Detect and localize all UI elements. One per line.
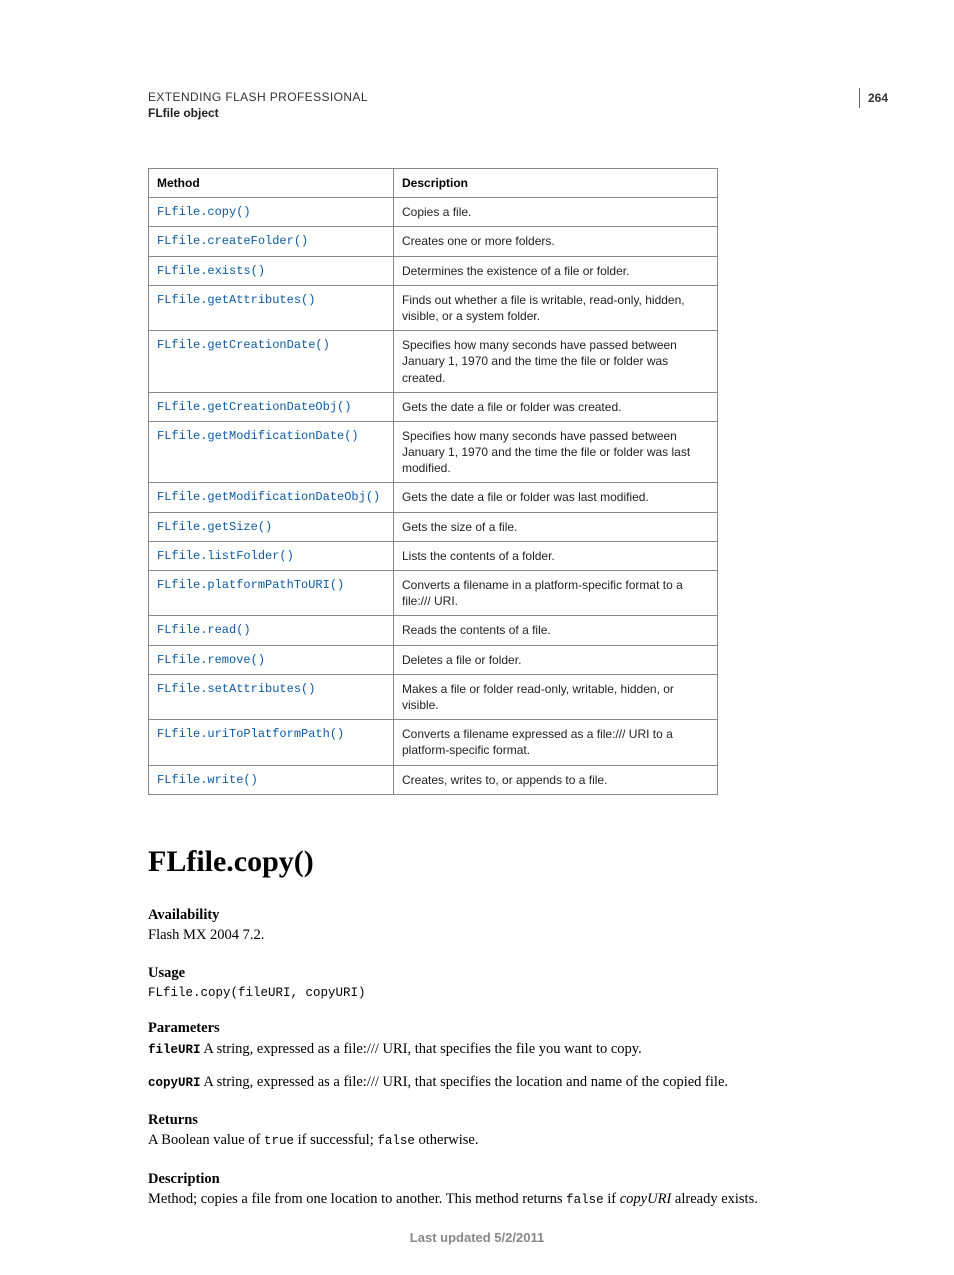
description-mid: if xyxy=(604,1191,620,1207)
returns-head: Returns xyxy=(148,1112,806,1129)
method-link[interactable]: FLfile.getAttributes() xyxy=(149,285,394,330)
method-link[interactable]: FLfile.createFolder() xyxy=(149,227,394,256)
method-link[interactable]: FLfile.setAttributes() xyxy=(149,674,394,719)
method-link[interactable]: FLfile.listFolder() xyxy=(149,541,394,570)
method-description: Determines the existence of a file or fo… xyxy=(394,256,718,285)
page-header: EXTENDING FLASH PROFESSIONAL FLfile obje… xyxy=(148,90,806,120)
param-name-fileuri: fileURI xyxy=(148,1043,201,1057)
returns-text: A Boolean value of true if successful; f… xyxy=(148,1131,806,1151)
table-row: FLfile.copy()Copies a file. xyxy=(149,198,718,227)
table-row: FLfile.platformPathToURI()Converts a fil… xyxy=(149,571,718,616)
param-copyuri: copyURI A string, expressed as a file://… xyxy=(148,1072,806,1093)
method-link[interactable]: FLfile.getCreationDate() xyxy=(149,331,394,393)
table-row: FLfile.createFolder()Creates one or more… xyxy=(149,227,718,256)
description-post: already exists. xyxy=(671,1191,758,1207)
usage-head: Usage xyxy=(148,965,806,982)
param-name-copyuri: copyURI xyxy=(148,1076,201,1090)
page-number: 264 xyxy=(859,88,888,108)
method-description: Finds out whether a file is writable, re… xyxy=(394,285,718,330)
param-fileuri: fileURI A string, expressed as a file://… xyxy=(148,1039,806,1060)
table-row: FLfile.exists()Determines the existence … xyxy=(149,256,718,285)
method-description: Makes a file or folder read-only, writab… xyxy=(394,674,718,719)
availability-head: Availability xyxy=(148,907,806,924)
table-row: FLfile.getSize()Gets the size of a file. xyxy=(149,512,718,541)
param-text-fileuri: A string, expressed as a file:/// URI, t… xyxy=(201,1041,642,1057)
table-row: FLfile.getCreationDate()Specifies how ma… xyxy=(149,331,718,393)
method-link[interactable]: FLfile.getModificationDate() xyxy=(149,421,394,483)
method-description: Gets the date a file or folder was creat… xyxy=(394,392,718,421)
table-row: FLfile.getCreationDateObj()Gets the date… xyxy=(149,392,718,421)
method-description: Converts a filename in a platform-specif… xyxy=(394,571,718,616)
method-link[interactable]: FLfile.getModificationDateObj() xyxy=(149,483,394,512)
table-row: FLfile.getAttributes()Finds out whether … xyxy=(149,285,718,330)
method-description: Reads the contents of a file. xyxy=(394,616,718,645)
returns-pre: A Boolean value of xyxy=(148,1132,264,1148)
returns-mid: if successful; xyxy=(294,1132,377,1148)
method-description: Gets the size of a file. xyxy=(394,512,718,541)
method-link[interactable]: FLfile.getCreationDateObj() xyxy=(149,392,394,421)
description-copyuri: copyURI xyxy=(620,1191,672,1207)
table-row: FLfile.listFolder()Lists the contents of… xyxy=(149,541,718,570)
method-description: Creates one or more folders. xyxy=(394,227,718,256)
page-footer: Last updated 5/2/2011 xyxy=(0,1230,954,1245)
document-page: 264 EXTENDING FLASH PROFESSIONAL FLfile … xyxy=(0,0,954,1275)
method-link[interactable]: FLfile.write() xyxy=(149,765,394,794)
col-header-description: Description xyxy=(394,169,718,198)
method-link[interactable]: FLfile.uriToPlatformPath() xyxy=(149,720,394,765)
section-title: FLfile.copy() xyxy=(148,845,806,879)
header-subtitle: FLfile object xyxy=(148,106,806,120)
method-description: Specifies how many seconds have passed b… xyxy=(394,421,718,483)
method-link[interactable]: FLfile.copy() xyxy=(149,198,394,227)
table-row: FLfile.remove()Deletes a file or folder. xyxy=(149,645,718,674)
method-link[interactable]: FLfile.read() xyxy=(149,616,394,645)
param-text-copyuri: A string, expressed as a file:/// URI, t… xyxy=(201,1074,729,1090)
method-description: Converts a filename expressed as a file:… xyxy=(394,720,718,765)
method-description: Copies a file. xyxy=(394,198,718,227)
method-description: Gets the date a file or folder was last … xyxy=(394,483,718,512)
method-link[interactable]: FLfile.exists() xyxy=(149,256,394,285)
table-row: FLfile.read()Reads the contents of a fil… xyxy=(149,616,718,645)
method-description: Creates, writes to, or appends to a file… xyxy=(394,765,718,794)
returns-post: otherwise. xyxy=(415,1132,479,1148)
description-text: Method; copies a file from one location … xyxy=(148,1190,806,1210)
table-row: FLfile.getModificationDateObj()Gets the … xyxy=(149,483,718,512)
availability-text: Flash MX 2004 7.2. xyxy=(148,926,806,946)
method-description: Deletes a file or folder. xyxy=(394,645,718,674)
description-pre: Method; copies a file from one location … xyxy=(148,1191,566,1207)
description-head: Description xyxy=(148,1171,806,1188)
col-header-method: Method xyxy=(149,169,394,198)
returns-true: true xyxy=(264,1134,294,1148)
method-link[interactable]: FLfile.remove() xyxy=(149,645,394,674)
table-row: FLfile.uriToPlatformPath()Converts a fil… xyxy=(149,720,718,765)
header-title: EXTENDING FLASH PROFESSIONAL xyxy=(148,90,806,104)
method-description: Lists the contents of a folder. xyxy=(394,541,718,570)
table-row: FLfile.write()Creates, writes to, or app… xyxy=(149,765,718,794)
table-row: FLfile.setAttributes()Makes a file or fo… xyxy=(149,674,718,719)
method-link[interactable]: FLfile.platformPathToURI() xyxy=(149,571,394,616)
returns-false: false xyxy=(377,1134,415,1148)
methods-table: Method Description FLfile.copy()Copies a… xyxy=(148,168,718,795)
description-false: false xyxy=(566,1193,604,1207)
table-row: FLfile.getModificationDate()Specifies ho… xyxy=(149,421,718,483)
table-header-row: Method Description xyxy=(149,169,718,198)
method-description: Specifies how many seconds have passed b… xyxy=(394,331,718,393)
method-link[interactable]: FLfile.getSize() xyxy=(149,512,394,541)
usage-code: FLfile.copy(fileURI, copyURI) xyxy=(148,986,806,1000)
parameters-head: Parameters xyxy=(148,1020,806,1037)
